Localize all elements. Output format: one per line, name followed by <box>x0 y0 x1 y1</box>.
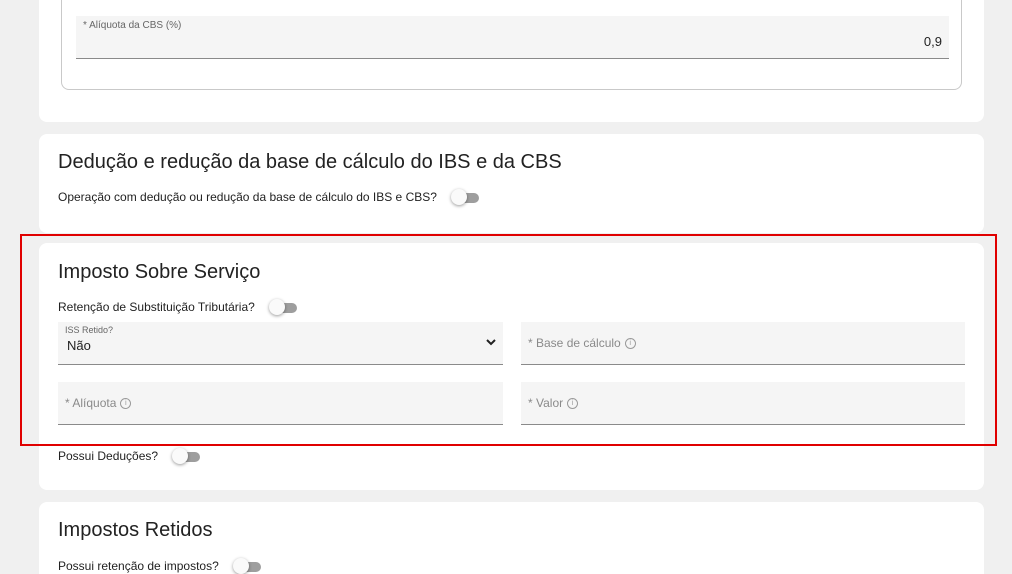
retidos-card: Impostos Retidos Possui retenção de impo… <box>39 502 984 574</box>
aliquota-placeholder: * Alíquota i <box>65 396 132 410</box>
deducoes-toggle-row: Possui Deduções? <box>58 448 201 464</box>
valor-input[interactable]: * Valor i <box>521 382 965 425</box>
aliquota-card: * Alíquota da CBS (%) 0,9 <box>39 0 984 122</box>
iss-card: Imposto Sobre Serviço Retenção de Substi… <box>39 243 984 490</box>
deducao-toggle-label: Operação com dedução ou redução da base … <box>58 190 437 204</box>
deducao-toggle-row: Operação com dedução ou redução da base … <box>58 189 479 205</box>
deducao-toggle[interactable] <box>450 189 479 205</box>
iss-title: Imposto Sobre Serviço <box>58 261 261 283</box>
retencao-toggle[interactable] <box>268 299 297 315</box>
valor-placeholder: * Valor i <box>528 396 579 410</box>
retencao-toggle-label: Retenção de Substituição Tributária? <box>58 300 255 314</box>
aliquota-inner-box: * Alíquota da CBS (%) 0,9 <box>61 0 962 90</box>
retidos-toggle[interactable] <box>232 558 261 574</box>
deducao-card: Dedução e redução da base de cálculo do … <box>39 134 984 233</box>
iss-retido-label: ISS Retido? <box>65 325 114 335</box>
iss-retido-value: Não <box>67 338 91 353</box>
deducao-title: Dedução e redução da base de cálculo do … <box>58 151 562 173</box>
info-icon: i <box>567 397 579 409</box>
aliquota-cbs-field[interactable]: * Alíquota da CBS (%) 0,9 <box>76 16 949 59</box>
retidos-toggle-row: Possui retenção de impostos? <box>58 558 261 574</box>
deducoes-toggle[interactable] <box>172 448 201 464</box>
base-calculo-input[interactable]: * Base de cálculo i <box>521 322 965 365</box>
page: * Alíquota da CBS (%) 0,9 Dedução e redu… <box>0 0 1012 574</box>
info-icon: i <box>624 337 636 349</box>
info-icon: i <box>120 397 132 409</box>
base-calculo-placeholder-text: * Base de cálculo <box>528 336 621 350</box>
toggle-thumb <box>172 448 189 464</box>
iss-retido-select[interactable]: ISS Retido? Não <box>58 322 503 365</box>
toggle-thumb <box>268 299 285 315</box>
aliquota-input[interactable]: * Alíquota i <box>58 382 503 425</box>
toggle-thumb <box>232 558 249 574</box>
retidos-toggle-label: Possui retenção de impostos? <box>58 559 219 573</box>
deducoes-toggle-label: Possui Deduções? <box>58 449 159 463</box>
chevron-down-icon <box>486 339 496 346</box>
aliquota-placeholder-text: * Alíquota <box>65 396 117 410</box>
base-calculo-placeholder: * Base de cálculo i <box>528 336 636 350</box>
aliquota-cbs-value: 0,9 <box>923 34 942 49</box>
toggle-thumb <box>450 189 467 205</box>
valor-placeholder-text: * Valor <box>528 396 564 410</box>
retidos-title: Impostos Retidos <box>58 519 213 541</box>
retencao-toggle-row: Retenção de Substituição Tributária? <box>58 299 297 315</box>
aliquota-cbs-label: * Alíquota da CBS (%) <box>83 20 182 31</box>
